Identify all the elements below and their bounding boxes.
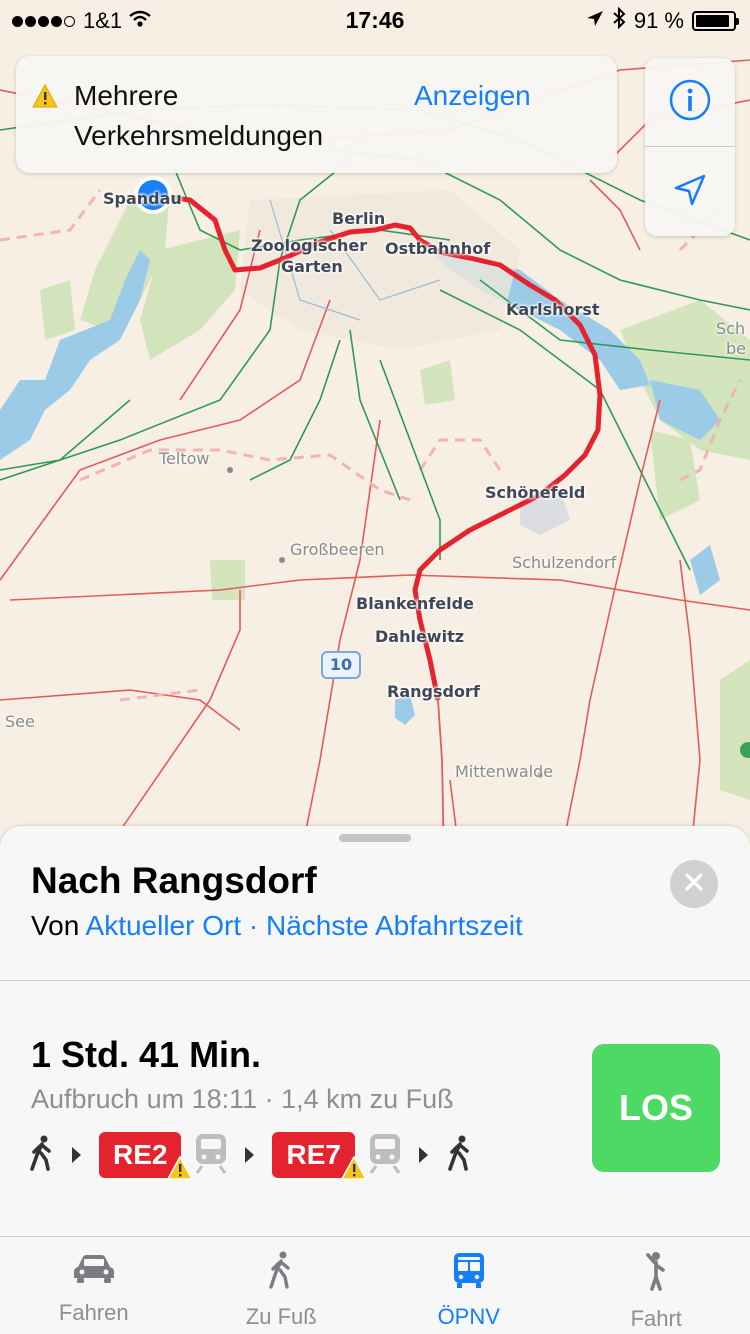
map-label-schoenefeld: Schönefeld: [485, 483, 586, 502]
traffic-message: Mehrere Verkehrsmeldungen: [74, 76, 323, 156]
departure-time-link[interactable]: Nächste Abfahrtszeit: [266, 910, 523, 941]
tab-label: Fahren: [58, 1300, 129, 1325]
tab-ride[interactable]: Fahrt: [563, 1237, 750, 1334]
warning-icon: [167, 1154, 194, 1188]
destination-title: Nach Rangsdorf: [31, 860, 317, 901]
transit-icon: [452, 1251, 486, 1294]
map-label-garten: Garten: [281, 257, 343, 276]
walk-icon: [28, 1135, 56, 1176]
origin-link[interactable]: Aktueller Ort: [86, 910, 242, 941]
map-label-dahlewitz: Dahlewitz: [375, 627, 465, 646]
map-label-mittenwalde: Mittenwalde: [455, 762, 554, 781]
close-icon: [683, 871, 705, 898]
line-badge-re2: RE2: [99, 1132, 194, 1180]
map-label-berlin: Berlin: [332, 209, 386, 228]
status-bar: 1&1 17:46 91 %: [0, 0, 750, 40]
map-label-ostbahnhof: Ostbahnhof: [385, 239, 491, 258]
chevron-right-icon: [418, 1147, 428, 1163]
line-badge-re7: RE7: [272, 1132, 368, 1180]
warning-icon: [340, 1154, 368, 1188]
map-label-see: See: [5, 712, 35, 731]
map-label-zoologischer: Zoologischer: [251, 236, 368, 255]
tab-label: Fahrt: [630, 1306, 682, 1331]
highway-shield: 10: [321, 651, 361, 679]
route-duration: 1 Std. 41 Min.: [31, 1034, 262, 1075]
traffic-message-line1: Mehrere: [74, 80, 179, 111]
chevron-right-icon: [72, 1147, 81, 1163]
train-icon: [367, 1132, 403, 1179]
from-prefix: Von: [31, 910, 80, 941]
tab-label: Zu Fuß: [245, 1304, 317, 1329]
line-label: RE2: [113, 1139, 168, 1170]
directions-sheet[interactable]: Nach Rangsdorf Von Aktueller Ort · Nächs…: [0, 826, 750, 1236]
chevron-right-icon: [245, 1147, 255, 1163]
map-label-rangsdorf: Rangsdorf: [387, 682, 480, 701]
car-icon: [72, 1251, 116, 1290]
map-controls: [645, 58, 735, 236]
route-departure-info: Aufbruch um 18:11 · 1,4 km zu Fuß: [31, 1084, 454, 1114]
walk-icon: [446, 1135, 474, 1176]
tab-walking[interactable]: Zu Fuß: [188, 1237, 376, 1334]
tab-label: ÖPNV: [437, 1304, 500, 1329]
map-label-blankenfelde: Blankenfelde: [356, 594, 474, 613]
train-icon: [193, 1132, 229, 1179]
walk-icon: [267, 1251, 295, 1294]
bluetooth-icon: [612, 6, 626, 35]
show-traffic-button[interactable]: Anzeigen: [414, 76, 531, 116]
controls-divider: [645, 146, 735, 147]
location-services-icon: [586, 8, 604, 34]
go-button[interactable]: LOS: [592, 1044, 720, 1172]
status-right: 91 %: [586, 6, 739, 35]
info-button[interactable]: [645, 58, 735, 146]
map-label-spandau: Spandau: [103, 189, 182, 208]
map-label-be: be: [726, 339, 746, 358]
sheet-grabber[interactable]: [339, 834, 411, 842]
route-steps: RE2 RE7: [28, 1130, 474, 1180]
route-options-line: Von Aktueller Ort · Nächste Abfahrtszeit: [31, 910, 523, 942]
ride-icon: [642, 1251, 670, 1296]
options-separator: ·: [248, 910, 259, 941]
locate-me-button[interactable]: [645, 148, 735, 236]
location-arrow-icon: [673, 173, 707, 212]
traffic-banner[interactable]: Mehrere Verkehrsmeldungen Anzeigen: [16, 56, 617, 173]
map-label-grossbeeren: Großbeeren: [290, 540, 385, 559]
line-label: RE7: [286, 1139, 341, 1170]
tab-driving[interactable]: Fahren: [0, 1237, 188, 1334]
tab-transit[interactable]: ÖPNV: [375, 1237, 563, 1334]
sheet-divider: [0, 980, 750, 981]
map-label-schulzendorf: Schulzendorf: [512, 553, 617, 572]
map-label-sch: Sch: [716, 319, 746, 338]
map-label-karlshorst: Karlshorst: [506, 300, 600, 319]
close-button[interactable]: [670, 860, 718, 908]
warning-icon: [32, 83, 58, 113]
map-label-teltow: Teltow: [159, 449, 210, 468]
poi-icon[interactable]: [740, 742, 750, 758]
traffic-message-line2: Verkehrsmeldungen: [74, 120, 324, 151]
battery-percentage: 91 %: [633, 8, 684, 33]
tab-bar: Fahren Zu Fuß ÖPNV Fahrt: [0, 1236, 750, 1334]
info-icon: [668, 78, 712, 127]
battery-icon: [692, 11, 739, 31]
